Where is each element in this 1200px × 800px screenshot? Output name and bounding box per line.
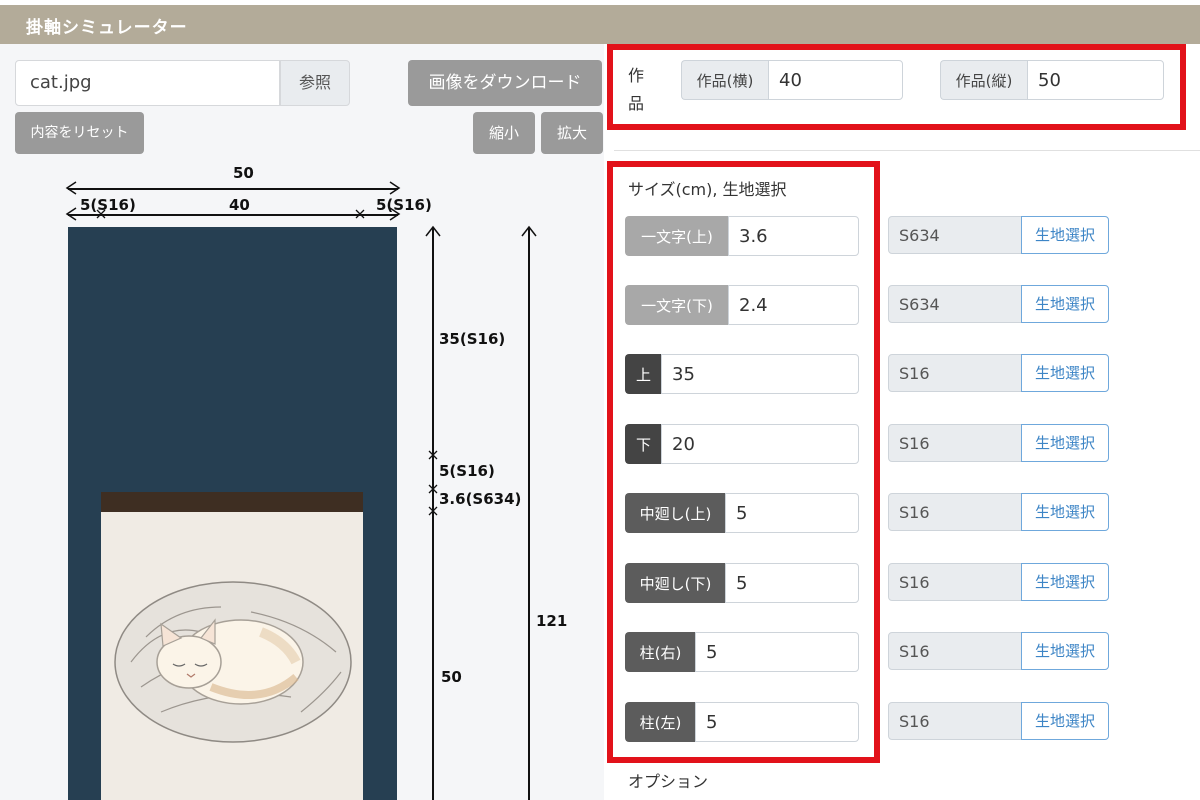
download-image-button[interactable]: 画像をダウンロード [408, 60, 602, 106]
partial-height-arrow [425, 225, 441, 237]
art-height-label: 50 [441, 668, 462, 686]
fabric-select-button[interactable]: 生地選択 [1021, 285, 1109, 323]
size-row-input[interactable]: 20 [661, 424, 859, 464]
fabric-select-button[interactable]: 生地選択 [1021, 702, 1109, 740]
app-title: 掛軸シミュレーター [26, 18, 188, 38]
options-title: オプション [628, 772, 709, 791]
work-height-input[interactable]: 50 [1027, 60, 1164, 100]
size-section-title: サイズ(cm), 生地選択 [628, 180, 787, 199]
ichimonji-top-label: 3.6(S634) [439, 490, 522, 508]
size-row-label: 中廻し(下) [625, 563, 725, 603]
section-divider [614, 150, 1200, 151]
size-row-label: 柱(左) [625, 702, 695, 742]
work-width-label: 作品(横) [681, 60, 768, 100]
reset-button[interactable]: 内容をリセット [15, 112, 144, 154]
fabric-code: S16 [888, 563, 1022, 601]
fabric-code: S16 [888, 354, 1022, 392]
total-width-label: 50 [233, 164, 254, 182]
fabric-select-button[interactable]: 生地選択 [1021, 216, 1109, 254]
fabric-code: S634 [888, 285, 1022, 323]
size-row-label: 一文字(下) [625, 285, 728, 325]
work-width-input[interactable]: 40 [768, 60, 903, 100]
size-row-label: 上 [625, 354, 661, 394]
fabric-select-button[interactable]: 生地選択 [1021, 354, 1109, 392]
total-width-arrows [65, 181, 401, 195]
size-row-input[interactable]: 5 [695, 632, 859, 672]
sleeping-cat-illustration [114, 581, 352, 743]
zoom-in-button[interactable]: 拡大 [541, 112, 603, 154]
size-row-label: 下 [625, 424, 661, 464]
fabric-code: S16 [888, 632, 1022, 670]
size-row-label: 中廻し(上) [625, 493, 725, 533]
top-height-label: 35(S16) [439, 330, 506, 348]
partial-height-ticks [428, 450, 438, 516]
size-row-input[interactable]: 5 [725, 493, 859, 533]
size-row-input[interactable]: 3.6 [728, 216, 859, 256]
work-height-label: 作品(縦) [940, 60, 1027, 100]
size-row-input[interactable]: 35 [661, 354, 859, 394]
naka-top-label: 5(S16) [439, 462, 495, 480]
fabric-code: S16 [888, 424, 1022, 462]
browse-button[interactable]: 参照 [280, 60, 350, 106]
fabric-code: S634 [888, 216, 1022, 254]
fabric-select-button[interactable]: 生地選択 [1021, 493, 1109, 531]
zoom-out-button[interactable]: 縮小 [473, 112, 535, 154]
fabric-select-button[interactable]: 生地選択 [1021, 563, 1109, 601]
size-row-input[interactable]: 2.4 [728, 285, 859, 325]
size-row-label: 一文字(上) [625, 216, 728, 256]
total-height-arrow [521, 225, 537, 237]
file-name-field[interactable]: cat.jpg [15, 60, 280, 106]
total-height-label: 121 [536, 612, 568, 630]
fabric-code: S16 [888, 702, 1022, 740]
size-row-label: 柱(右) [625, 632, 695, 672]
work-label: 作品 [628, 66, 645, 113]
fabric-select-button[interactable]: 生地選択 [1021, 632, 1109, 670]
size-row-input[interactable]: 5 [695, 702, 859, 742]
inner-width-ticks [65, 207, 401, 221]
total-height-line [528, 228, 530, 800]
size-row-input[interactable]: 5 [725, 563, 859, 603]
ichimonji-top-band [101, 492, 363, 512]
artwork-image [101, 512, 363, 800]
app-header: 掛軸シミュレーター [0, 0, 1200, 44]
fabric-select-button[interactable]: 生地選択 [1021, 424, 1109, 462]
fabric-code: S16 [888, 493, 1022, 531]
